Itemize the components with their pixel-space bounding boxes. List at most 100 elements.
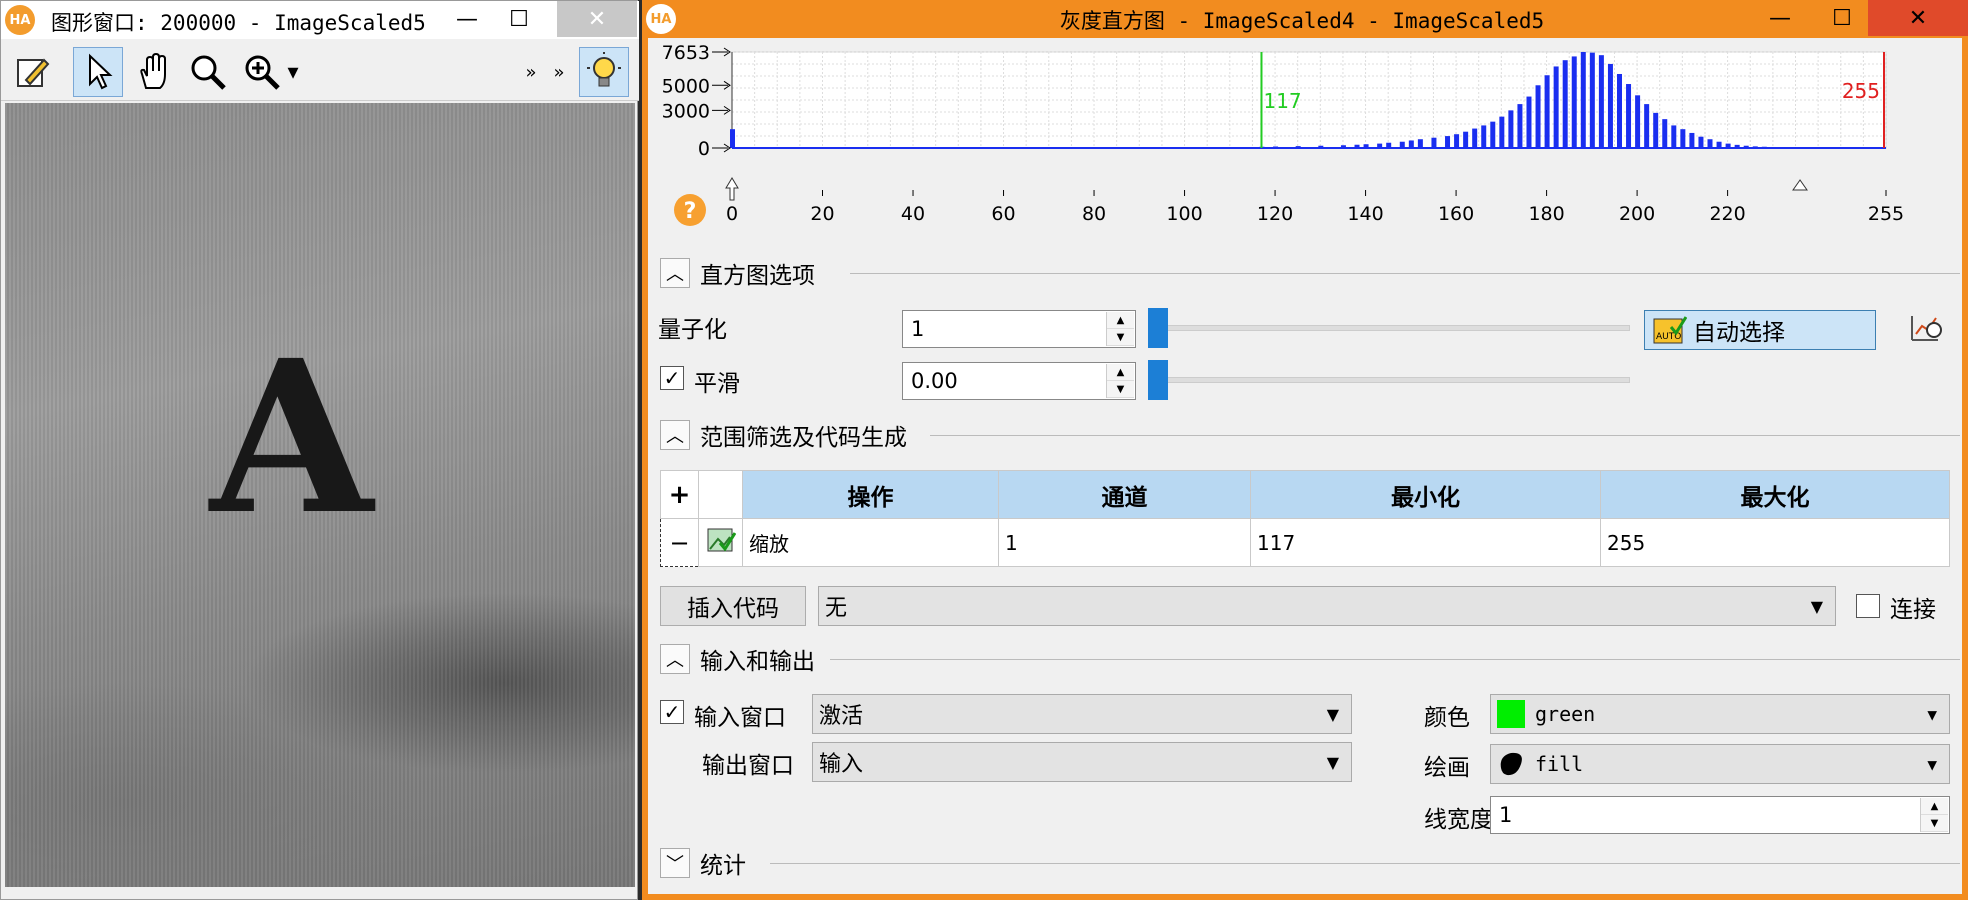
- output-window-value: 输入: [819, 752, 864, 777]
- graphics-window-titlebar[interactable]: HA 图形窗口: 200000 - ImageScaled5 — ☐ ✕: [1, 1, 639, 39]
- linewidth-field[interactable]: 1 ▲ ▼: [1490, 796, 1950, 834]
- y-tick-mark: [712, 105, 731, 115]
- column-header[interactable]: 操作: [742, 470, 999, 519]
- histogram-bar: [1788, 147, 1794, 148]
- histogram-bar: [1553, 66, 1559, 148]
- histogram-bar: [1340, 145, 1346, 148]
- x-tick-label: 140: [1347, 203, 1383, 225]
- output-window-select[interactable]: 输入 ▼: [812, 742, 1352, 782]
- draw-value: fill: [1535, 752, 1584, 776]
- minimize-button[interactable]: —: [439, 1, 495, 37]
- close-button[interactable]: ✕: [1868, 0, 1968, 36]
- section-stats[interactable]: ﹀ 统计: [660, 846, 1960, 880]
- quantize-field[interactable]: 1 ▲ ▼: [902, 310, 1136, 348]
- hand-pan-icon[interactable]: [129, 47, 179, 97]
- histogram-bar: [1517, 104, 1523, 148]
- chart-settings-icon[interactable]: [1908, 310, 1946, 348]
- input-window-checkbox[interactable]: ✓: [660, 700, 684, 724]
- cell-op[interactable]: 缩放: [742, 518, 999, 567]
- histogram-bar: [1295, 146, 1301, 148]
- histogram-bar: [1499, 116, 1505, 148]
- histogram-bar: [1363, 144, 1369, 148]
- lightbulb-icon[interactable]: [579, 47, 629, 97]
- histogram-chart[interactable]: 7653 5000 3000 0 0 20 40 60 80 100 120 140 160 180 20…: [648, 38, 1948, 238]
- histogram-bar: [1616, 73, 1622, 148]
- x-tick-label: 60: [991, 203, 1015, 225]
- zoom-icon[interactable]: [183, 47, 233, 97]
- color-select[interactable]: green ▼: [1490, 694, 1950, 734]
- zoom-in-icon[interactable]: [237, 47, 287, 97]
- histogram-bar: [1734, 144, 1740, 148]
- input-window-select[interactable]: 激活 ▼: [812, 694, 1352, 734]
- cell-max[interactable]: 255: [1600, 518, 1950, 567]
- histogram-window-titlebar[interactable]: HA 灰度直方图 - ImageScaled4 - ImageScaled5 —…: [642, 0, 1968, 38]
- x-tick-label: 0: [726, 203, 738, 225]
- y-tick-mark: [712, 143, 731, 153]
- section-io[interactable]: ︿ 输入和输出: [660, 642, 1960, 676]
- histogram-bar: [1653, 112, 1659, 148]
- column-header[interactable]: 最小化: [1250, 470, 1601, 519]
- histogram-bar: [1607, 63, 1613, 148]
- histogram-bar: [1626, 84, 1632, 148]
- dropdown-arrow-icon: ▼: [1927, 754, 1937, 774]
- cell-min[interactable]: 117: [1250, 518, 1601, 567]
- expand-chevron-icon[interactable]: ﹀: [660, 848, 690, 878]
- smooth-field[interactable]: 0.00 ▲ ▼: [902, 362, 1136, 400]
- halcon-logo-icon: HA: [646, 4, 676, 34]
- auto-select-button[interactable]: AUTO 自动选择: [1644, 310, 1876, 350]
- pointer-icon[interactable]: [73, 47, 123, 97]
- section-range-filter[interactable]: ︿ 范围筛选及代码生成: [660, 418, 1960, 452]
- edit-pen-icon[interactable]: [7, 47, 57, 97]
- histogram-bar: [1354, 144, 1360, 148]
- histogram-bar: [1662, 119, 1668, 148]
- x-tick-label: 40: [901, 203, 925, 225]
- section-title: 范围筛选及代码生成: [700, 425, 907, 451]
- max-threshold-handle[interactable]: [1792, 179, 1808, 191]
- min-threshold-handle[interactable]: [725, 177, 739, 201]
- help-icon[interactable]: ?: [674, 194, 706, 226]
- smooth-label: 平滑: [694, 371, 740, 397]
- connect-checkbox[interactable]: [1856, 594, 1880, 618]
- maximize-button[interactable]: ☐: [491, 1, 547, 37]
- fill-icon: [1500, 752, 1522, 776]
- add-row-button[interactable]: +: [660, 470, 699, 519]
- section-histogram-options[interactable]: ︿ 直方图选项: [660, 256, 1960, 290]
- column-header[interactable]: 最大化: [1600, 470, 1950, 519]
- image-display[interactable]: A: [5, 103, 635, 887]
- collapse-chevron-icon[interactable]: ︿: [660, 258, 690, 288]
- remove-row-button[interactable]: −: [660, 518, 699, 567]
- maximize-button[interactable]: ☐: [1814, 0, 1870, 36]
- collapse-chevron-icon[interactable]: ︿: [660, 644, 690, 674]
- dropdown-arrow-icon[interactable]: ▾: [281, 47, 305, 97]
- scale-image-icon: [698, 518, 743, 567]
- code-select[interactable]: 无 ▼: [818, 586, 1836, 626]
- minimize-button[interactable]: —: [1752, 0, 1808, 36]
- draw-select[interactable]: fill ▼: [1490, 744, 1950, 784]
- histogram-bar: [1580, 52, 1586, 148]
- close-button[interactable]: ✕: [557, 1, 637, 37]
- histogram-bar: [1431, 137, 1437, 148]
- column-header[interactable]: 通道: [998, 470, 1251, 519]
- histogram-bar: [1598, 55, 1604, 148]
- histogram-bar: [1725, 143, 1731, 148]
- smooth-slider[interactable]: [1148, 360, 1630, 400]
- input-window-label: 输入窗口: [694, 705, 786, 731]
- overflow-icon[interactable]: »: [519, 47, 543, 97]
- table-row[interactable]: − 缩放 1 117 255: [660, 518, 1950, 567]
- collapse-chevron-icon[interactable]: ︿: [660, 420, 690, 450]
- min-marker-label: 117: [1263, 89, 1301, 113]
- cell-channel[interactable]: 1: [998, 518, 1251, 567]
- overflow-icon[interactable]: »: [547, 47, 571, 97]
- histogram-bar: [1377, 143, 1383, 148]
- insert-code-button[interactable]: 插入代码: [660, 586, 806, 626]
- histogram-bar: [1752, 146, 1758, 148]
- histogram-bar: [1716, 141, 1722, 148]
- histogram-bar: [1562, 60, 1568, 148]
- histogram-bar: [730, 129, 735, 148]
- quantize-slider[interactable]: [1148, 308, 1630, 348]
- color-value: green: [1535, 702, 1596, 726]
- y-tick-label: 0: [698, 138, 710, 160]
- histogram-window-title: 灰度直方图 - ImageScaled4 - ImageScaled5: [1059, 9, 1545, 33]
- smooth-checkbox[interactable]: ✓: [660, 366, 684, 390]
- histogram-bar: [1408, 140, 1414, 148]
